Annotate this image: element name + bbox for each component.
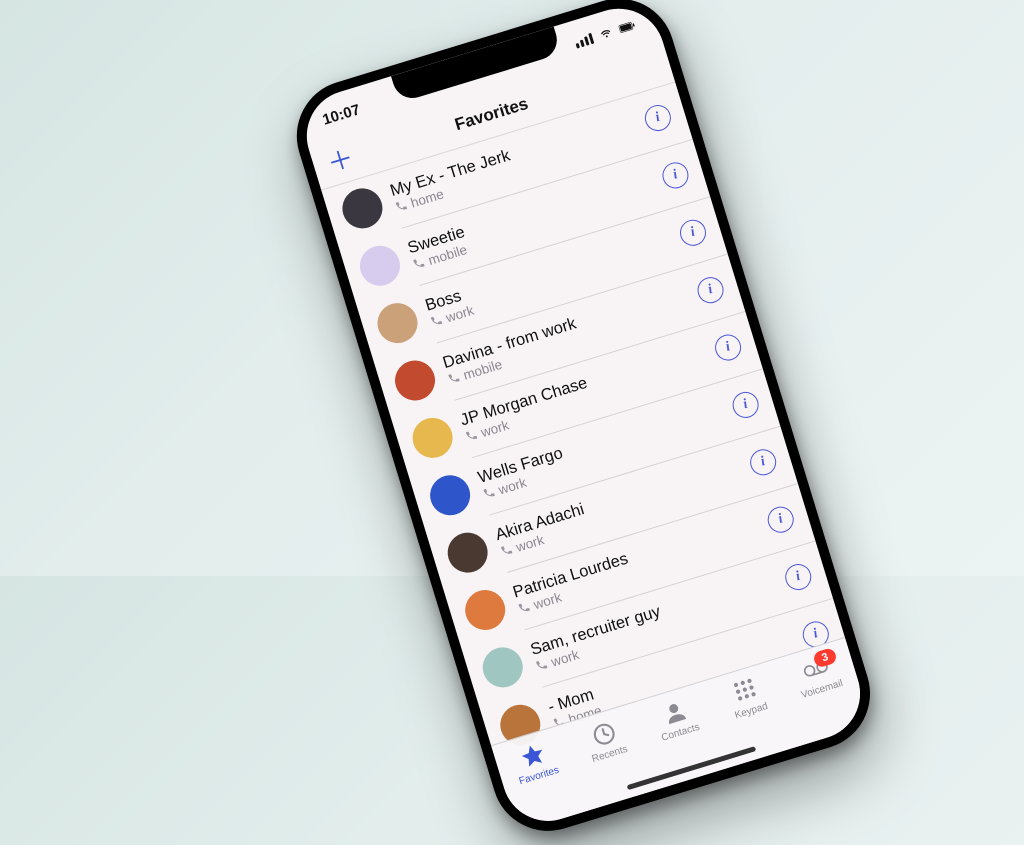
keypad-icon [729,674,761,706]
info-button[interactable] [747,446,779,478]
tab-favorites[interactable]: Favorites [496,733,575,792]
info-button[interactable] [782,561,814,593]
contact-avatar [425,470,475,520]
cellular-icon [574,32,594,48]
star-icon [517,739,549,771]
handset-icon [394,199,409,214]
contact-avatar [390,356,440,406]
handset-icon [482,486,497,501]
photo-backdrop: 10:07 ＋ Favorites My Ex - The JerkhomeSw… [0,0,1024,576]
status-time: 10:07 [320,101,362,128]
tab-recents[interactable]: Recents [566,711,645,770]
person-icon [658,696,690,728]
contact-avatar [408,413,458,463]
handset-icon [534,658,549,673]
contact-avatar [355,241,405,291]
info-button[interactable] [694,274,726,306]
wifi-icon [597,25,616,41]
handset-icon [429,314,444,329]
iphone-device: 10:07 ＋ Favorites My Ex - The JerkhomeSw… [283,0,884,845]
handset-icon [499,543,514,558]
info-button[interactable] [729,389,761,421]
battery-icon [618,19,637,35]
contact-avatar [443,528,493,578]
status-indicators [574,19,637,49]
handset-icon [517,600,532,615]
add-favorite-button[interactable]: ＋ [324,144,356,176]
info-button[interactable] [642,102,674,134]
contact-avatar [373,298,423,348]
tab-contacts[interactable]: Contacts [637,690,716,749]
info-button[interactable] [677,217,709,249]
contact-avatar [478,642,528,692]
info-button[interactable] [712,331,744,363]
handset-icon [464,428,479,443]
tab-voicemail[interactable]: 3 Voicemail [779,646,858,705]
contact-avatar [460,585,510,635]
handset-icon [447,371,462,386]
contact-avatar [337,183,387,233]
handset-icon [412,256,427,271]
clock-icon [587,718,619,750]
info-button[interactable] [659,159,691,191]
tab-keypad[interactable]: Keypad [708,668,787,727]
favorites-list[interactable]: My Ex - The JerkhomeSweetiemobileBosswor… [321,81,847,753]
info-button[interactable] [764,503,796,535]
